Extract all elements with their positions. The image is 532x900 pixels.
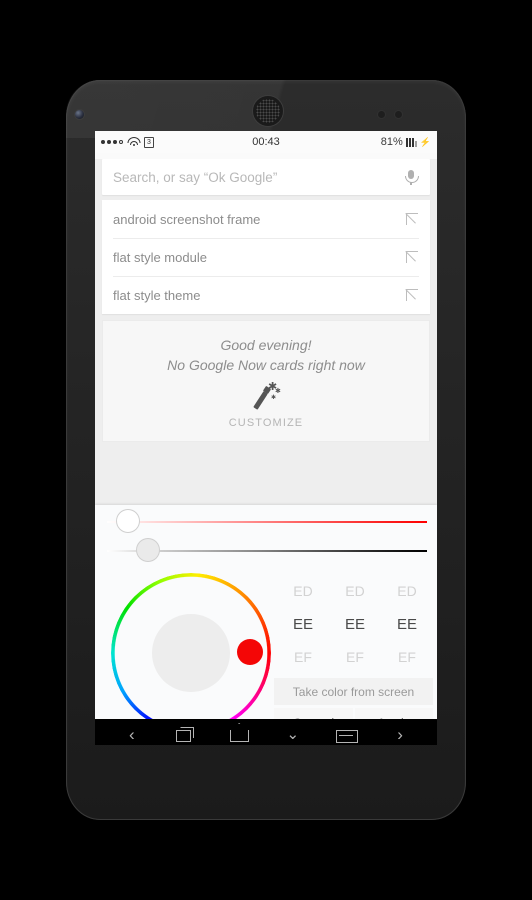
hex-value-below[interactable]: EF (277, 641, 329, 674)
hex-value-above[interactable]: ED (381, 575, 433, 608)
hide-keyboard-icon[interactable]: ⌄ (280, 724, 306, 745)
search-bar[interactable]: Search, or say “Ok Google” (102, 159, 430, 195)
customize-button[interactable]: CUSTOMIZE (103, 417, 429, 429)
greeting-text: Good evening! (220, 337, 312, 353)
hex-column-blue[interactable]: ED EE EF (381, 575, 433, 674)
suggestion-label: flat style theme (113, 287, 201, 303)
earpiece-speaker-icon (253, 96, 283, 126)
hex-value-above[interactable]: ED (277, 575, 329, 608)
hex-value-below[interactable]: EF (381, 641, 433, 674)
microphone-icon[interactable] (403, 169, 419, 185)
color-preview-swatch (152, 614, 230, 692)
home-icon[interactable] (226, 724, 252, 745)
proximity-sensor-icon (378, 111, 385, 118)
status-bar-right: 81% ⚡ (381, 136, 431, 148)
status-bar: 3 00:43 81% ⚡ (95, 131, 437, 153)
menu-icon[interactable] (333, 724, 359, 745)
forward-chevron-glyph: › (397, 725, 403, 744)
light-sensor-icon (395, 111, 402, 118)
arrow-northwest-icon[interactable] (406, 288, 419, 302)
no-cards-text: No Google Now cards right now (167, 357, 365, 373)
hex-column-green[interactable]: ED EE EF (329, 575, 381, 674)
list-item[interactable]: android screenshot frame (102, 200, 430, 238)
list-item[interactable]: flat style theme (102, 276, 430, 314)
list-item[interactable]: flat style module (102, 238, 430, 276)
charging-icon: ⚡ (419, 136, 431, 147)
hex-value-selected[interactable]: EE (329, 608, 381, 641)
battery-percent-label: 81% (380, 136, 403, 148)
back-chevron-icon[interactable]: ‹ (119, 724, 145, 745)
arrow-northwest-icon[interactable] (406, 212, 419, 226)
search-input[interactable]: Search, or say “Ok Google” (113, 170, 403, 185)
magic-wand-icon: ✱ ✱ ✱ (251, 382, 281, 411)
screenshot-root: 3 00:43 81% ⚡ Search, or say “Ok Google”… (0, 0, 532, 900)
suggestion-label: flat style module (113, 249, 207, 265)
hide-keyboard-glyph: ⌄ (286, 726, 300, 743)
hex-value-picker: ED EE EF ED EE EF ED EE EF (277, 575, 433, 674)
back-chevron-glyph: ‹ (128, 725, 135, 744)
saturation-slider-knob[interactable] (117, 510, 139, 532)
front-camera-icon (75, 110, 84, 119)
recents-icon[interactable] (172, 724, 198, 745)
google-now-page: Search, or say “Ok Google” android scree… (95, 159, 437, 745)
phone-screen: 3 00:43 81% ⚡ Search, or say “Ok Google”… (95, 131, 437, 745)
hue-ring-knob[interactable] (237, 639, 263, 665)
hex-column-red[interactable]: ED EE EF (277, 575, 329, 674)
hex-value-selected[interactable]: EE (277, 608, 329, 641)
android-navigation-bar: ‹ ⌄ › (95, 719, 437, 745)
battery-bars-icon (405, 137, 417, 147)
google-now-empty-card: Good evening! No Google Now cards right … (102, 320, 430, 442)
color-picker-dialog: ED EE EF ED EE EF ED EE EF Take color fr… (95, 505, 437, 745)
forward-chevron-icon[interactable]: › (387, 724, 413, 745)
search-suggestions-list: android screenshot frame flat style modu… (102, 200, 430, 314)
arrow-northwest-icon[interactable] (406, 250, 419, 264)
hex-value-below[interactable]: EF (329, 641, 381, 674)
value-slider[interactable] (107, 539, 427, 561)
take-color-from-screen-button[interactable]: Take color from screen (274, 678, 433, 705)
suggestion-label: android screenshot frame (113, 211, 261, 227)
hex-value-selected[interactable]: EE (381, 608, 433, 641)
hex-value-above[interactable]: ED (329, 575, 381, 608)
value-slider-knob[interactable] (137, 539, 159, 561)
saturation-slider[interactable] (107, 510, 427, 532)
